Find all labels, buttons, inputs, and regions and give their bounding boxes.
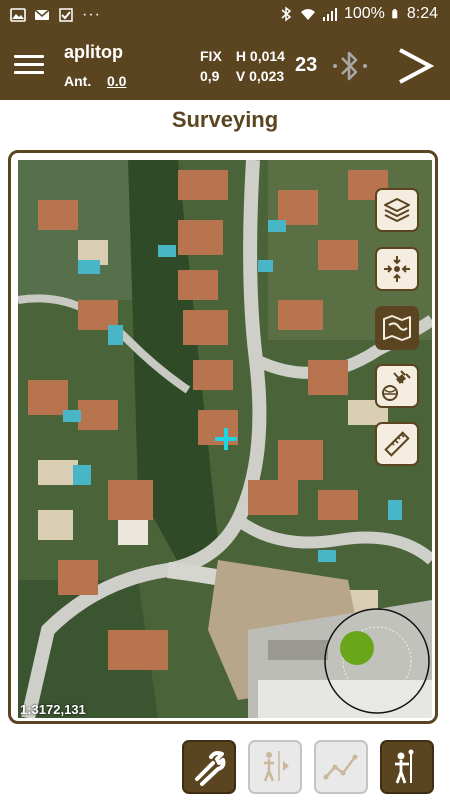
- v-label: V: [235, 68, 246, 84]
- center-arrows-icon: [384, 256, 410, 282]
- fix-status: FIX: [200, 48, 222, 64]
- ruler-icon: [384, 431, 410, 457]
- bluetooth-icon: [281, 6, 292, 22]
- stakeout-line-button[interactable]: [314, 740, 368, 794]
- antenna-label: Ant.: [64, 73, 92, 89]
- notification-icons: ···: [10, 6, 101, 24]
- map-icon: [383, 315, 411, 341]
- clock: 8:24: [406, 5, 438, 22]
- h-label: H: [235, 48, 247, 64]
- app-name: aplitop: [64, 42, 123, 62]
- wrench-icon: [195, 751, 226, 786]
- layers-button[interactable]: [375, 188, 419, 232]
- check-flag-icon: [59, 8, 73, 22]
- polyline-icon: [323, 754, 358, 780]
- satellite-count: 23: [295, 54, 318, 76]
- wifi-icon: [300, 9, 315, 20]
- settings-button[interactable]: [182, 740, 236, 794]
- map-scale: 1:3172,131: [20, 702, 86, 717]
- battery-percent: 100%: [343, 5, 385, 22]
- center-position-button[interactable]: [375, 247, 419, 291]
- bluetooth-connection-icon[interactable]: [328, 44, 372, 88]
- stakeout-point-button[interactable]: [248, 740, 302, 794]
- signal-icon: [322, 8, 337, 21]
- current-position-crosshair-icon: [215, 428, 237, 450]
- survey-point-button[interactable]: [380, 740, 434, 794]
- surveyor-icon: [395, 749, 414, 784]
- hamburger-menu-icon[interactable]: [14, 50, 44, 80]
- more-notifications-icon: ···: [82, 6, 101, 23]
- pdop-value: 0,9: [200, 68, 220, 84]
- stakeout-person-icon: [263, 751, 289, 782]
- antenna-height-value[interactable]: 0.0: [107, 73, 126, 89]
- h-precision: 0,014: [249, 48, 285, 64]
- gps-precision-panel: FIX H 0,014 0,9 V 0,023: [200, 46, 285, 86]
- map-joystick[interactable]: [322, 606, 432, 716]
- layers-icon: [384, 198, 410, 222]
- satellite-globe-button[interactable]: [375, 364, 419, 408]
- system-status: 100% 8:24: [278, 5, 438, 23]
- page-title: Surveying: [171, 107, 279, 132]
- battery-icon: [392, 9, 398, 19]
- bottom-toolbar: [0, 738, 450, 800]
- ruler-button[interactable]: [375, 422, 419, 466]
- map-type-button[interactable]: [375, 306, 419, 350]
- v-precision: 0,023: [249, 68, 285, 84]
- satellite-icon: [382, 370, 411, 401]
- mail-icon: [34, 9, 50, 20]
- status-bar: ··· 100% 8:24: [0, 0, 450, 30]
- app-toolbar: aplitop Ant. 0.0 FIX H 0,014 0,9 V 0,023…: [0, 30, 450, 100]
- next-arrow-icon[interactable]: [392, 44, 438, 88]
- gallery-icon: [10, 8, 26, 22]
